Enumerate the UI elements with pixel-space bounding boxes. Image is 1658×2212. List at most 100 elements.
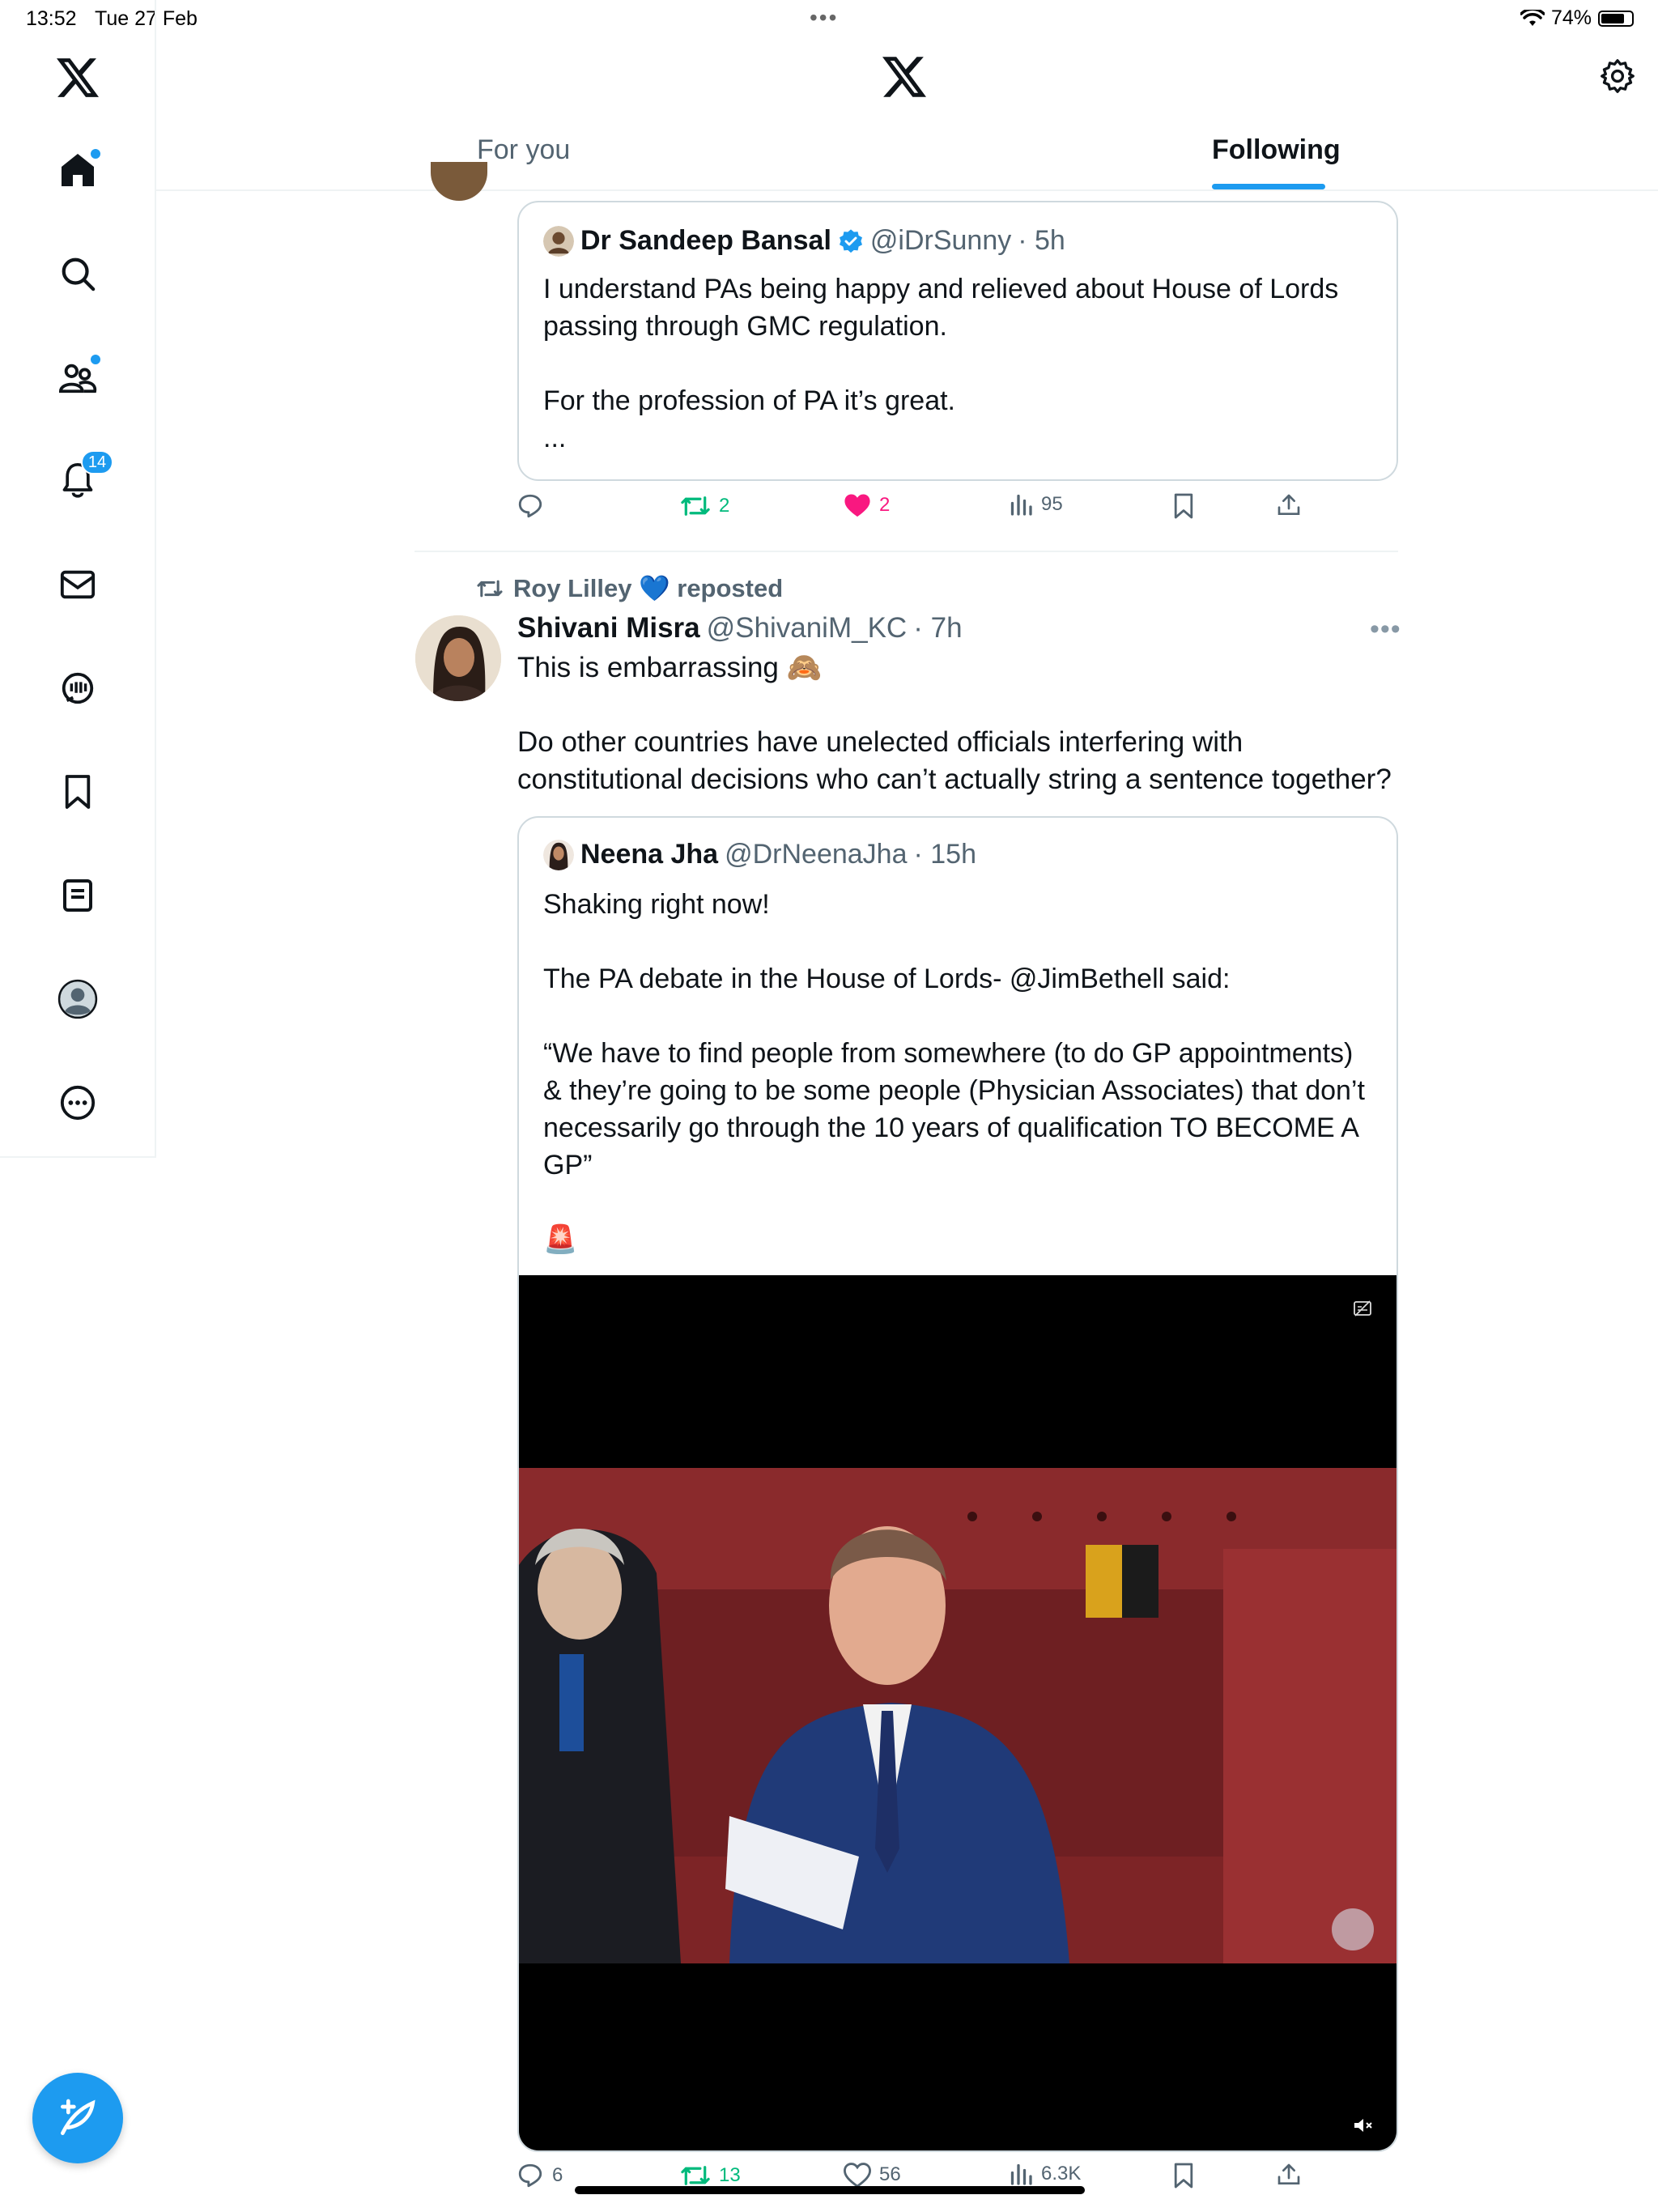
tab-for-you[interactable]: For you xyxy=(477,134,570,166)
quoted-author-handle: @DrNeenaJha xyxy=(725,839,908,870)
repost-button[interactable]: 2 xyxy=(680,492,729,520)
views-count: 95 xyxy=(1041,493,1063,515)
tweet-divider xyxy=(414,551,1398,552)
communities-unread-dot xyxy=(89,353,102,366)
nav-bookmarks[interactable] xyxy=(53,768,102,816)
repost-button[interactable]: 13 xyxy=(680,2162,741,2189)
author-name[interactable]: Shivani Misra xyxy=(517,612,700,644)
mute-icon[interactable] xyxy=(1353,2116,1374,2139)
reply-button[interactable]: 6 xyxy=(517,2162,563,2189)
views-chart-icon xyxy=(1010,2163,1032,2185)
tweet-actions: 2 2 95 xyxy=(517,492,1326,533)
views-chart-icon xyxy=(1010,494,1032,516)
tweet-header: Shivani Misra @ShivaniM_KC · 7h xyxy=(517,612,963,644)
quoted-time: · 15h xyxy=(913,839,977,870)
share-icon xyxy=(1278,494,1300,515)
sidebar: 14 xyxy=(0,0,156,1158)
repost-icon xyxy=(681,2166,710,2185)
quoted-tweet-header: Neena Jha @DrNeenaJha · 15h xyxy=(543,839,976,870)
more-circle-icon xyxy=(60,1085,96,1121)
bookmark-button[interactable] xyxy=(1172,2162,1195,2189)
header: For you Following xyxy=(156,37,1658,191)
bookmark-icon xyxy=(1174,493,1193,519)
mail-icon xyxy=(60,570,96,599)
quoted-author-name: Neena Jha xyxy=(580,839,719,870)
x-logo-icon[interactable] xyxy=(53,53,102,102)
tab-following[interactable]: Following xyxy=(1212,134,1341,166)
views-button[interactable]: 6.3K xyxy=(1009,2162,1081,2186)
repost-count: 2 xyxy=(719,495,730,517)
like-count: 2 xyxy=(879,494,891,516)
settings-gear-icon[interactable] xyxy=(1600,58,1635,98)
reply-icon xyxy=(518,494,542,518)
like-button[interactable]: 2 xyxy=(844,492,890,518)
avatar xyxy=(57,979,98,1019)
verified-badge-icon xyxy=(839,228,862,253)
like-count: 56 xyxy=(879,2163,901,2185)
grok-icon xyxy=(62,672,94,704)
quoted-tweet-header: Dr Sandeep Bansal @iDrSunny · 5h xyxy=(543,225,1065,257)
tweet-time[interactable]: · 7h xyxy=(913,612,962,644)
share-icon xyxy=(1278,2163,1300,2184)
avatar[interactable] xyxy=(415,615,501,701)
status-right: 74% xyxy=(1520,6,1634,30)
header-x-logo-icon[interactable] xyxy=(882,57,926,101)
feather-plus-icon xyxy=(61,2099,96,2135)
quoted-time: · 5h xyxy=(1018,225,1065,256)
wifi-icon xyxy=(1520,9,1545,26)
repost-icon xyxy=(681,496,710,516)
captions-off-icon[interactable] xyxy=(1353,1300,1372,1322)
quoted-tweet-text: I understand PAs being happy and relieve… xyxy=(543,274,1339,453)
home-indicator[interactable] xyxy=(575,2186,1085,2194)
tweet-avatar-partial[interactable] xyxy=(431,162,487,201)
multitask-dots-icon[interactable]: ••• xyxy=(810,5,838,31)
nav-grok[interactable] xyxy=(53,664,102,713)
bookmark-icon xyxy=(65,775,91,809)
nav-home[interactable] xyxy=(53,146,102,194)
nav-more[interactable] xyxy=(53,1078,102,1127)
reply-count: 6 xyxy=(552,2164,563,2186)
compose-button[interactable] xyxy=(32,2073,123,2163)
views-count: 6.3K xyxy=(1041,2163,1082,2184)
heart-filled-icon xyxy=(844,494,870,517)
nav-profile[interactable] xyxy=(53,975,102,1023)
nav-lists[interactable] xyxy=(53,871,102,920)
search-icon xyxy=(62,257,96,291)
bookmark-icon xyxy=(1174,2163,1193,2189)
reply-button[interactable] xyxy=(517,492,552,520)
repost-indicator[interactable]: Roy Lilley 💙 reposted xyxy=(476,573,783,603)
quoted-tweet[interactable]: Dr Sandeep Bansal @iDrSunny · 5h I under… xyxy=(517,201,1398,481)
like-button[interactable]: 56 xyxy=(844,2162,901,2188)
notifications-badge: 14 xyxy=(81,450,113,474)
share-button[interactable] xyxy=(1276,2162,1302,2188)
heart-outline-icon xyxy=(844,2163,871,2188)
nav-explore[interactable] xyxy=(53,249,102,298)
battery-icon xyxy=(1598,10,1634,27)
status-bar: 13:52 Tue 27 Feb ••• 74% xyxy=(0,0,1658,37)
reply-icon xyxy=(518,2163,542,2188)
avatar xyxy=(543,225,574,257)
home-unread-dot xyxy=(89,147,102,160)
lists-icon xyxy=(63,879,92,912)
repost-icon xyxy=(477,580,503,597)
video-frame xyxy=(519,1468,1397,1963)
more-options-icon[interactable]: ••• xyxy=(1370,614,1401,645)
tweet-actions: 6 13 56 6.3K xyxy=(517,2162,1326,2202)
views-button[interactable]: 95 xyxy=(1009,492,1063,517)
quoted-author-handle: @iDrSunny xyxy=(869,225,1012,256)
quoted-tweet-text: Shaking right now! The PA debate in the … xyxy=(543,889,1365,1255)
video-player[interactable] xyxy=(519,1275,1397,2150)
battery-percent: 74% xyxy=(1550,6,1592,29)
share-button[interactable] xyxy=(1276,492,1302,518)
nav-notifications[interactable]: 14 xyxy=(53,450,113,505)
reposted-by-text: Roy Lilley 💙 reposted xyxy=(513,574,784,602)
author-handle[interactable]: @ShivaniM_KC xyxy=(707,612,908,644)
bookmark-button[interactable] xyxy=(1172,492,1195,520)
nav-communities[interactable] xyxy=(53,353,102,402)
quoted-tweet[interactable]: Neena Jha @DrNeenaJha · 15h Shaking righ… xyxy=(517,816,1398,2152)
quoted-author-name: Dr Sandeep Bansal xyxy=(580,225,831,256)
nav-messages[interactable] xyxy=(53,560,102,609)
active-tab-indicator xyxy=(1212,184,1325,189)
avatar xyxy=(543,839,574,870)
tweet-text: This is embarrassing 🙈 Do other countrie… xyxy=(517,652,1392,795)
